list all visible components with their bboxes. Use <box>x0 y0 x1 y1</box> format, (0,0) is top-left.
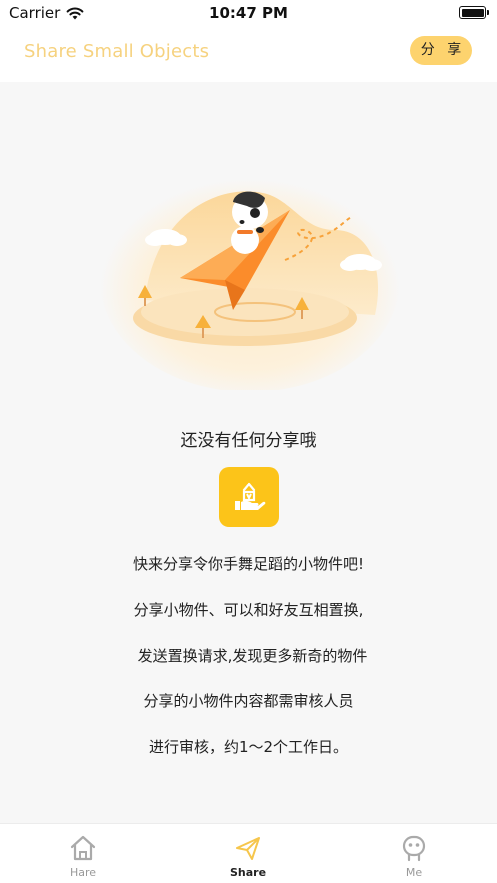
battery-icon <box>459 6 489 19</box>
robot-face-icon <box>402 835 426 862</box>
page-title: Share Small Objects <box>24 41 210 62</box>
tab-hare[interactable]: Hare <box>23 824 143 883</box>
status-time: 10:47 PM <box>209 4 288 22</box>
tab-me[interactable]: Me <box>354 824 474 883</box>
empty-state-title: 还没有任何分享哦 <box>180 431 317 451</box>
gift-hand-icon <box>235 482 266 510</box>
share-hand-icon <box>219 467 279 527</box>
description-line-4: 分享的小物件内容都需审核人员 <box>143 692 354 710</box>
nav-bar: Share Small Objects 分 享 <box>0 26 497 82</box>
tab-share-label: Share <box>229 866 267 879</box>
tab-share[interactable]: Share <box>188 824 308 883</box>
share-button[interactable]: 分 享 <box>410 36 472 65</box>
description-line-1: 快来分享令你手舞足蹈的小物件吧! <box>132 555 364 573</box>
empty-state-illustration <box>100 168 400 390</box>
description-line-5: 进行审核，约1～2个工作日。 <box>148 738 349 756</box>
description-line-3: 发送置换请求,发现更多新奇的物件 <box>137 647 368 665</box>
home-icon <box>70 835 96 861</box>
description-line-2: 分享小物件、可以和好友互相置换, <box>133 601 364 619</box>
status-bar: Carrier 10:47 PM <box>0 0 497 26</box>
tab-bar: Hare Share Me <box>0 823 497 883</box>
tab-hare-label: Hare <box>69 866 97 879</box>
paper-plane-icon <box>236 837 260 860</box>
tab-me-label: Me <box>405 866 423 879</box>
